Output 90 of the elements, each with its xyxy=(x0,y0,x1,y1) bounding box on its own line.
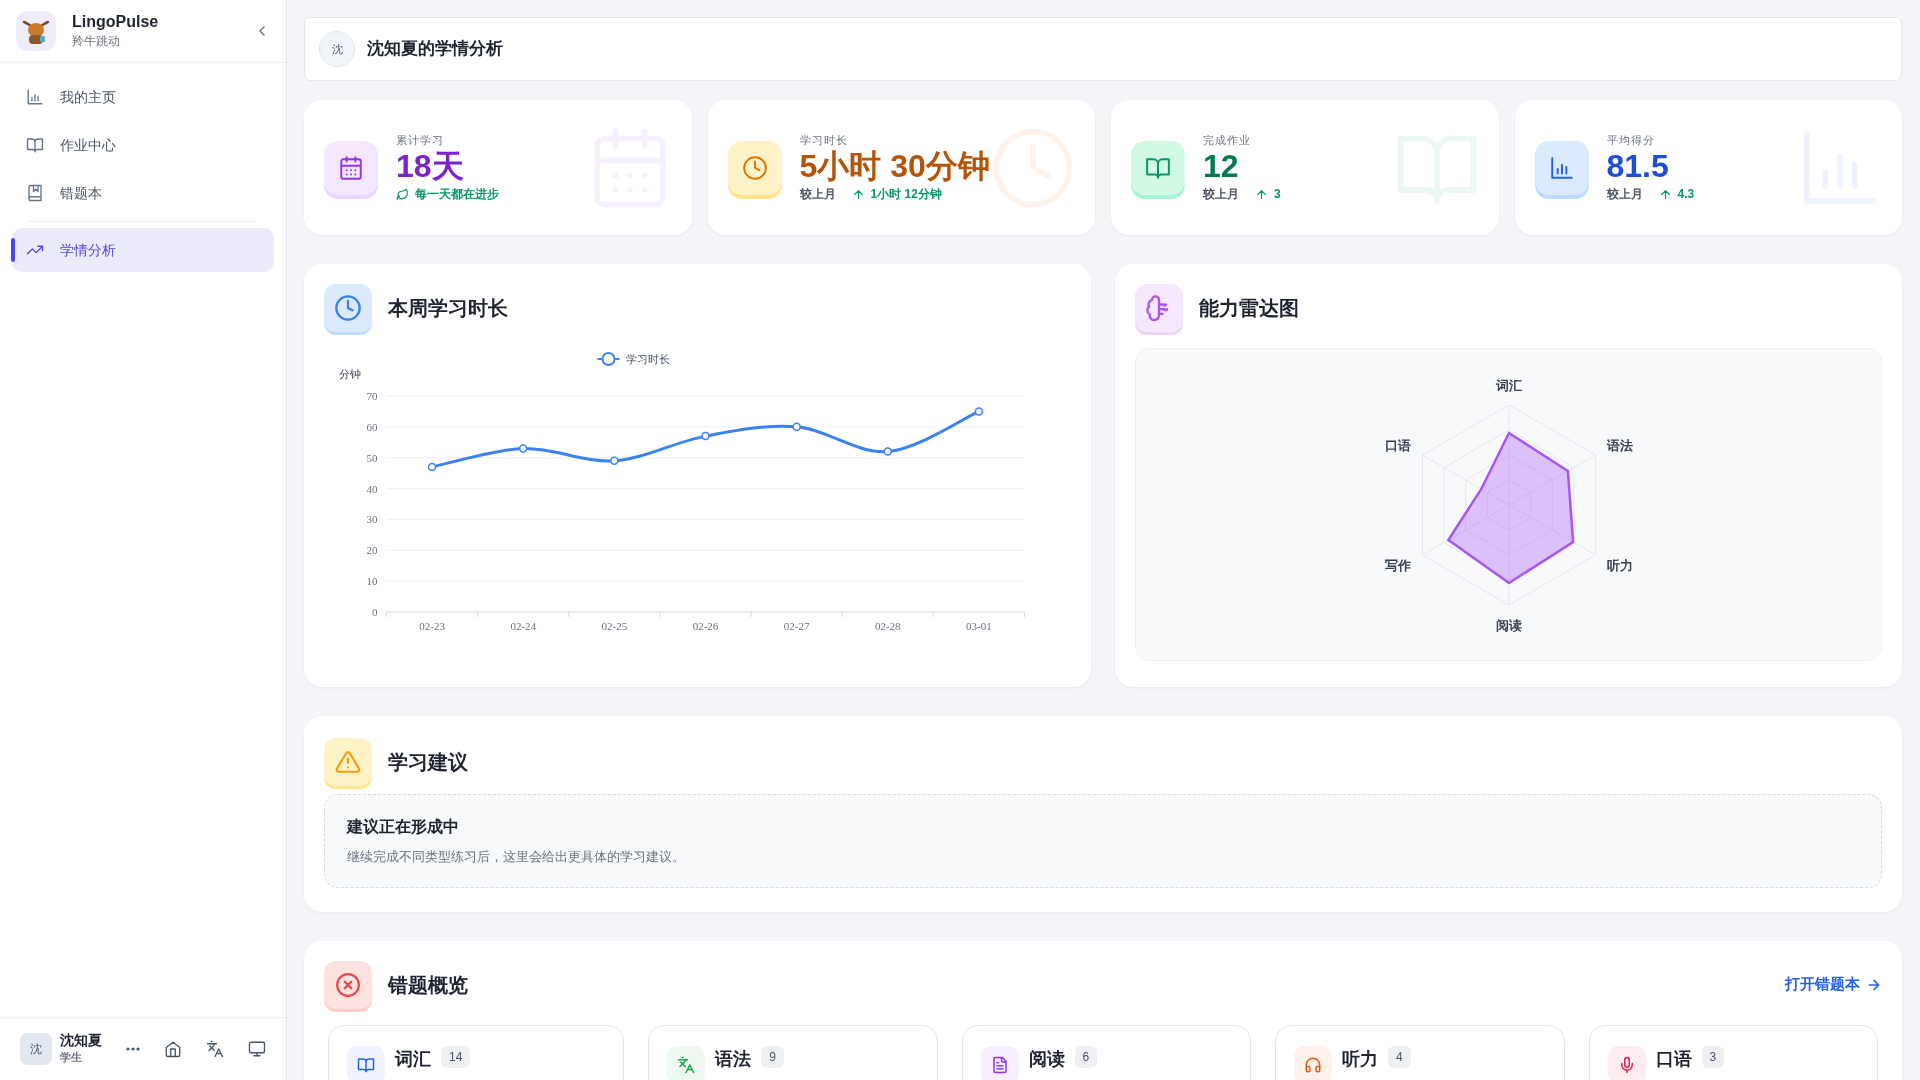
user-avatar: 沈 xyxy=(319,31,355,67)
category-label: 阅读 xyxy=(1028,1047,1065,1071)
arrow-up-icon xyxy=(1255,187,1268,201)
arrow-up-icon xyxy=(1658,187,1672,201)
advice-text: 继续完成不同类型练习后，这里会给出更具体的学习建议。 xyxy=(347,848,686,866)
category-card[interactable]: 词汇 14 xyxy=(328,1024,625,1080)
stat-value: 81.5 xyxy=(1606,148,1670,186)
user-avatar: 沈 xyxy=(20,1033,52,1065)
arrow-up-icon xyxy=(851,187,865,201)
category-label: 词汇 xyxy=(395,1047,431,1071)
axis-tick-label: 40 xyxy=(366,482,378,495)
stat-value: 5小时 30分钟 xyxy=(799,148,990,186)
stat-compare-label: 较上月 xyxy=(1606,186,1643,204)
axis-tick-label: 02-27 xyxy=(783,620,810,632)
category-label: 语法 xyxy=(715,1047,752,1071)
bookmark-book-icon xyxy=(26,184,44,202)
legend-label: 学习时长 xyxy=(625,353,670,365)
clock-icon xyxy=(324,284,372,332)
logo-icon xyxy=(16,11,56,51)
stat-compare-label: 较上月 xyxy=(1203,186,1239,204)
axis-tick-label: 50 xyxy=(366,451,378,464)
category-card[interactable]: 阅读 6 xyxy=(961,1024,1252,1080)
axis-tick-label: 02-28 xyxy=(874,620,901,632)
warning-icon xyxy=(324,738,372,786)
axis-tick-label: 60 xyxy=(366,420,378,433)
brand-tagline: 羚牛跳动 xyxy=(72,32,121,50)
axis-tick-label: 03-01 xyxy=(966,620,992,632)
stat-compare-label: 较上月 xyxy=(799,186,836,204)
data-point xyxy=(792,422,801,432)
nav-item[interactable]: 错题本 xyxy=(12,171,274,215)
axis-tick-label: 0 xyxy=(372,606,378,618)
nav-item[interactable]: 学情分析 xyxy=(12,228,274,272)
advice-heading: 建议正在形成中 xyxy=(347,817,460,837)
open-notebook-link[interactable]: 打开错题本 xyxy=(1785,973,1882,996)
nav-item[interactable]: 我的主页 xyxy=(12,75,274,119)
axis-title: 分钟 xyxy=(338,368,361,380)
axis-tick-label: 02-26 xyxy=(692,620,719,632)
data-point xyxy=(701,431,710,441)
stat-delta: 3 xyxy=(1274,186,1281,204)
stat-value: 12 xyxy=(1203,148,1240,186)
stat-label: 完成作业 xyxy=(1203,132,1252,148)
data-point xyxy=(518,444,528,453)
category-label: 听力 xyxy=(1342,1047,1379,1071)
axis-label: 听力 xyxy=(1606,557,1633,573)
axis-label: 词汇 xyxy=(1495,377,1522,393)
data-point xyxy=(610,456,619,466)
stat-label: 平均得分 xyxy=(1606,132,1656,148)
axis-tick-label: 70 xyxy=(366,390,378,402)
category-count: 4 xyxy=(1388,1045,1411,1068)
axis-tick-label: 30 xyxy=(366,513,378,526)
category-card[interactable]: 听力 4 xyxy=(1275,1024,1565,1080)
stat-value: 18天 xyxy=(396,148,465,186)
axis-label: 口语 xyxy=(1384,437,1411,453)
category-count: 9 xyxy=(761,1045,784,1068)
category-card[interactable]: 语法 9 xyxy=(648,1024,938,1080)
stat-label: 累计学习 xyxy=(396,132,445,148)
data-point xyxy=(974,407,984,416)
axis-label: 语法 xyxy=(1606,437,1633,453)
axis-label: 写作 xyxy=(1384,557,1411,573)
user-name: 沈知夏 xyxy=(60,1032,102,1050)
axis-label: 阅读 xyxy=(1495,617,1522,633)
stat-delta: 1小时 12分钟 xyxy=(870,186,942,204)
axis-tick-label: 10 xyxy=(366,575,378,588)
page-title: 沈知夏的学情分析 xyxy=(367,38,503,61)
category-count: 14 xyxy=(441,1045,471,1068)
section-title: 本周学习时长 xyxy=(388,296,508,321)
chart-legend xyxy=(596,352,621,366)
category-count: 6 xyxy=(1074,1045,1098,1068)
nav-item[interactable]: 作业中心 xyxy=(12,123,274,167)
data-point xyxy=(883,447,893,456)
category-count: 3 xyxy=(1701,1045,1725,1068)
brand-name: LingoPulse xyxy=(72,12,160,32)
brain-icon xyxy=(1135,284,1183,332)
bar-chart-icon xyxy=(26,88,44,106)
section-title: 能力雷达图 xyxy=(1199,296,1299,321)
leaf-icon xyxy=(396,187,409,201)
user-role: 学生 xyxy=(60,1050,83,1066)
stat-note: 每一天都在进步 xyxy=(415,186,499,204)
category-card[interactable]: 口语 3 xyxy=(1588,1024,1878,1080)
section-title: 学习建议 xyxy=(388,750,468,775)
axis-tick-label: 20 xyxy=(366,544,378,557)
axis-tick-label: 02-23 xyxy=(419,620,445,632)
axis-tick-label: 02-24 xyxy=(510,620,537,632)
data-point xyxy=(427,462,437,472)
stat-label: 学习时长 xyxy=(799,132,849,148)
section-title: 错题概览 xyxy=(388,972,469,998)
category-label: 口语 xyxy=(1655,1047,1692,1071)
stat-delta: 4.3 xyxy=(1677,186,1695,204)
axis-tick-label: 02-25 xyxy=(601,620,628,632)
book-icon xyxy=(26,136,44,154)
